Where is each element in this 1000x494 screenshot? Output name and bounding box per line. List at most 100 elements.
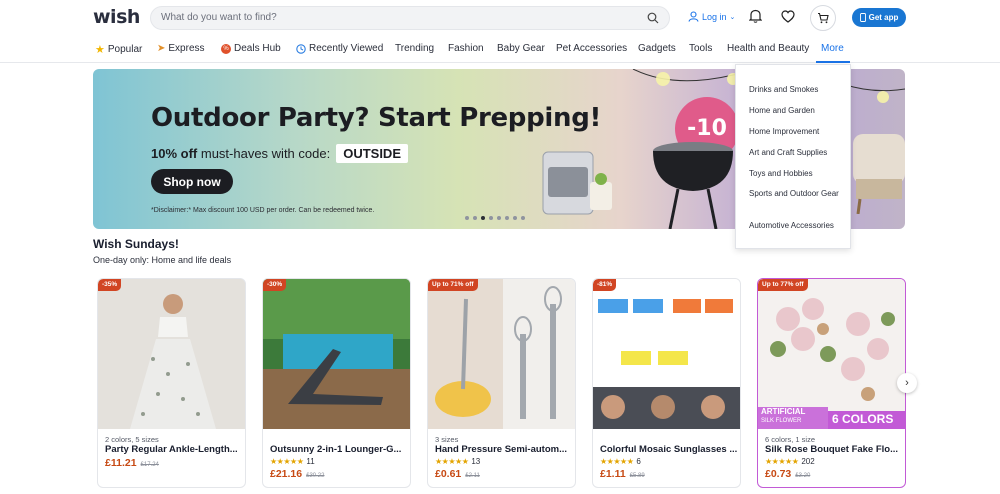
wish-logo[interactable]: wish (93, 6, 140, 28)
carousel-dot[interactable] (473, 216, 477, 220)
nav-item-label: Deals Hub (234, 43, 281, 54)
nav-item-gadgets[interactable]: Gadgets (638, 43, 676, 54)
star-rating-icon: ★★★★★ (600, 457, 634, 466)
product-rating: ★★★★★ 6 (600, 457, 641, 466)
search-input[interactable]: What do you want to find? (150, 6, 670, 30)
nav-item-health-and-beauty[interactable]: Health and Beauty (727, 43, 809, 54)
carousel-next-button[interactable]: › (897, 373, 917, 393)
banner-subtitle: 10% off must-haves with code: OUTSIDE (151, 144, 408, 163)
get-app-button[interactable]: Get app (852, 8, 906, 27)
grill-image (653, 142, 733, 229)
section-subtitle: One-day only: Home and life deals (93, 255, 232, 265)
product-title: Hand Pressure Semi-autom... (435, 444, 567, 455)
deals-icon: % (221, 43, 231, 54)
phone-icon (859, 13, 866, 22)
product-variant: 3 sizes (435, 435, 459, 444)
shop-now-button[interactable]: Shop now (151, 169, 233, 194)
original-price: £3.20 (795, 473, 811, 479)
nav-item-express[interactable]: ➤ Express (157, 43, 205, 54)
review-count: 11 (306, 457, 315, 466)
more-dropdown-menu: Drinks and Smokes Home and Garden Home I… (735, 64, 851, 249)
bell-icon[interactable] (749, 9, 762, 23)
current-price: £0.61 (435, 468, 462, 480)
nav-item-label: Recently Viewed (309, 43, 384, 54)
banner-disclaimer: *Disclaimer:* Max discount 100 USD per o… (151, 207, 375, 214)
product-rating: ★★★★★ 11 (270, 457, 315, 466)
nav-item-tools[interactable]: Tools (689, 43, 712, 54)
nav-item-label: Trending (395, 43, 435, 54)
nav-item-label: Gadgets (638, 43, 676, 54)
flower-tag-silk: SILK FLOWER (761, 418, 802, 424)
cart-button[interactable] (810, 5, 836, 31)
review-count: 13 (471, 457, 481, 466)
menu-item-art-and-craft-supplies[interactable]: Art and Craft Supplies (749, 147, 844, 158)
current-price: £0.73 (765, 468, 792, 480)
site-header: wish What do you want to find? Log in ⌄ … (0, 0, 1000, 36)
carousel-dot-active[interactable] (481, 216, 485, 220)
banner-title: Outdoor Party? Start Prepping! (151, 103, 602, 133)
search-icon[interactable] (647, 12, 659, 24)
nav-item-more[interactable]: More (821, 43, 844, 54)
discount-badge: -30% (263, 279, 287, 291)
product-rating: ★★★★★ 202 (765, 457, 815, 466)
nav-item-trending[interactable]: Trending (395, 43, 434, 54)
carousel-dot[interactable] (465, 216, 469, 220)
search-placeholder: What do you want to find? (161, 12, 277, 23)
clock-icon (296, 43, 306, 54)
heart-icon[interactable] (781, 10, 795, 23)
nav-item-label: Tools (689, 43, 713, 54)
carousel-dot[interactable] (505, 216, 509, 220)
product-rating: ★★★★★ 13 (435, 457, 480, 466)
menu-item-home-improvement[interactable]: Home Improvement (749, 126, 844, 137)
nav-item-fashion[interactable]: Fashion (448, 43, 484, 54)
ice-maker-image (542, 151, 612, 215)
product-card[interactable]: -30% Outsunny 2-in-1 Lounger-G... ★★★★★ … (262, 278, 411, 488)
review-count: 6 (636, 457, 641, 466)
star-rating-icon: ★★★★★ (765, 457, 799, 466)
carousel-dots (465, 216, 525, 220)
product-title: Colorful Mosaic Sunglasses ... (600, 444, 738, 455)
original-price: £30.22 (306, 473, 325, 479)
carousel-dot[interactable] (513, 216, 517, 220)
express-icon: ➤ (157, 43, 166, 54)
banner-sub-text: must-haves with code: (200, 146, 331, 161)
nav-item-label: Health and Beauty (727, 43, 810, 54)
product-card[interactable]: -81% Colorful Mosaic Sunglasses ... ★★★★… (592, 278, 741, 488)
nav-item-baby-gear[interactable]: Baby Gear (497, 43, 545, 54)
discount-badge: Up to 77% off (758, 279, 808, 291)
product-price: £1.11 £5.89 (600, 468, 645, 480)
product-card[interactable]: -35% 2 colors, 5 sizes Party Regular Ank… (97, 278, 246, 488)
login-button[interactable]: Log in ⌄ (688, 11, 735, 22)
product-image (428, 279, 575, 429)
nav-item-label: Baby Gear (497, 43, 545, 54)
carousel-dot[interactable] (489, 216, 493, 220)
nav-item-recently-viewed[interactable]: Recently Viewed (296, 43, 383, 54)
chevron-down-icon: ⌄ (729, 13, 736, 21)
product-card[interactable]: Up to 71% off 3 sizes Hand Pressure Semi… (427, 278, 576, 488)
menu-item-toys-and-hobbies[interactable]: Toys and Hobbies (749, 168, 844, 179)
nav-item-pet-accessories[interactable]: Pet Accessories (556, 43, 627, 54)
active-tab-indicator (816, 61, 850, 63)
carousel-dot[interactable] (497, 216, 501, 220)
menu-item-automotive-accessories[interactable]: Automotive Accessories (749, 220, 844, 231)
banner-discount: 10% off (151, 146, 198, 161)
product-variant: 2 colors, 5 sizes (105, 435, 159, 444)
star-rating-icon: ★★★★★ (270, 457, 304, 466)
discount-badge: Up to 71% off (428, 279, 478, 291)
product-price: £0.61 £2.11 (435, 468, 480, 480)
nav-item-label: More (821, 43, 844, 54)
menu-item-home-and-garden[interactable]: Home and Garden (749, 105, 844, 116)
flower-tag-artificial: ARTIFICIAL (761, 407, 806, 416)
product-title: Party Regular Ankle-Length... (105, 444, 238, 455)
product-card[interactable]: ARTIFICIAL SILK FLOWER 6 COLORS Up to 77… (757, 278, 906, 488)
chair-image (853, 134, 905, 214)
menu-item-sports-and-outdoor-gear[interactable]: Sports and Outdoor Gear (749, 188, 844, 199)
nav-item-popular[interactable]: ★ Popular (95, 43, 142, 56)
flower-colors-tag: 6 COLORS (832, 412, 894, 426)
nav-item-label: Popular (107, 44, 143, 55)
carousel-dot[interactable] (521, 216, 525, 220)
nav-item-label: Fashion (448, 43, 484, 54)
menu-item-drinks-and-smokes[interactable]: Drinks and Smokes (749, 84, 844, 95)
nav-item-deals-hub[interactable]: % Deals Hub (221, 43, 281, 54)
original-price: £2.11 (465, 473, 480, 479)
